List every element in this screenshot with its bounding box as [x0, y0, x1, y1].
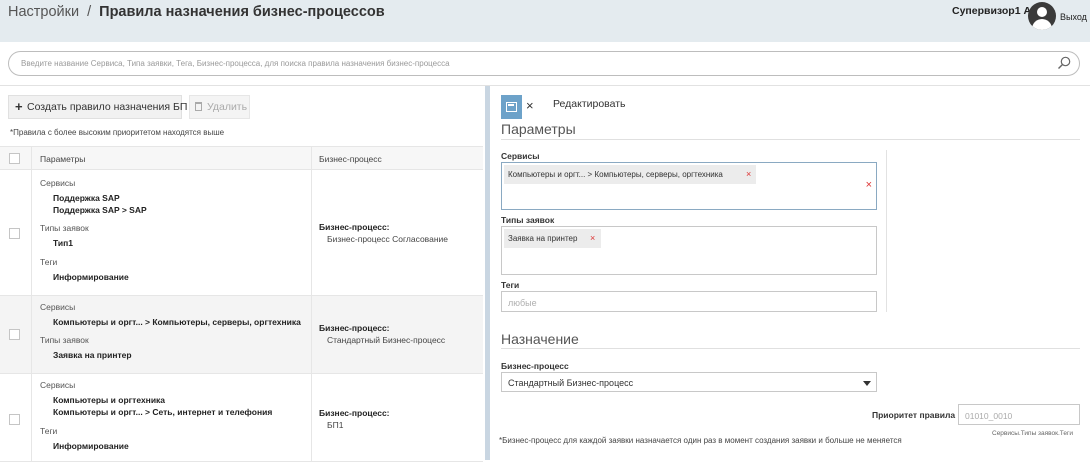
save-button[interactable]: [501, 95, 522, 119]
breadcrumb-separator: /: [87, 4, 92, 20]
types-label: Типы заявок: [501, 215, 555, 225]
tags-label: Теги: [501, 280, 520, 290]
page-title: Правила назначения бизнес-процессов: [99, 4, 385, 20]
top-bar: Настройки / Правила назначения бизнес-проц…: [0, 0, 1090, 42]
table-row[interactable]: Сервисы Поддержка SAP Поддержка SAP > SA…: [0, 170, 483, 296]
divider: [886, 150, 887, 312]
services-label: Сервисы: [501, 151, 540, 161]
table-row[interactable]: Сервисы Компьютеры и оргт... > Компьютер…: [0, 296, 483, 374]
tags-placeholder: любые: [508, 298, 537, 308]
close-button[interactable]: ×: [526, 98, 534, 113]
divider: [0, 85, 1090, 86]
params-section-title: Параметры: [501, 121, 576, 137]
col-params-header: Параметры: [40, 154, 86, 164]
breadcrumb-settings-link[interactable]: Настройки: [8, 4, 79, 20]
priority-note: *Правила с более высоким приоритетом нах…: [10, 128, 225, 137]
trash-icon: [195, 102, 202, 111]
chevron-down-icon: [863, 381, 871, 386]
chip-remove-icon[interactable]: ×: [590, 233, 595, 243]
bp-select[interactable]: Стандартный Бизнес-процесс: [501, 372, 877, 392]
divider: [501, 139, 1080, 140]
row-checkbox[interactable]: [9, 414, 20, 425]
user-name[interactable]: Супервизор1 А.: [952, 5, 1034, 17]
select-all-checkbox[interactable]: [9, 153, 20, 164]
divider: [501, 348, 1080, 349]
panel-splitter[interactable]: [485, 86, 490, 460]
clear-services-icon[interactable]: ×: [866, 179, 872, 191]
assign-section-title: Назначение: [501, 331, 579, 347]
logout-link[interactable]: Выход: [1060, 12, 1087, 22]
chip-remove-icon[interactable]: ×: [746, 169, 751, 179]
col-bp-header: Бизнес-процесс: [319, 154, 382, 164]
type-chip: Заявка на принтер ×: [504, 229, 601, 248]
plus-icon: +: [15, 99, 23, 114]
row-checkbox[interactable]: [9, 228, 20, 239]
bp-label: Бизнес-процесс: [501, 361, 569, 371]
bp-note: *Бизнес-процесс для каждой заявки назнач…: [499, 436, 902, 445]
tags-field[interactable]: любые: [501, 291, 877, 312]
search-input[interactable]: Введите название Сервиса, Типа заявки, Т…: [8, 51, 1080, 76]
avatar[interactable]: [1028, 2, 1056, 30]
services-field[interactable]: Компьютеры и оргт... > Компьютеры, серве…: [501, 162, 877, 210]
floppy-icon: [506, 102, 517, 112]
priority-label: Приоритет правила: [872, 410, 956, 420]
table-row[interactable]: Сервисы Компьютеры и оргтехника Компьюте…: [0, 374, 483, 462]
delete-button[interactable]: Удалить: [189, 95, 250, 119]
breadcrumb: Настройки / Правила назначения бизнес-проц…: [8, 4, 385, 20]
create-rule-button[interactable]: + Создать правило назначения БП: [8, 95, 187, 119]
table-header: Параметры Бизнес-процесс: [0, 146, 483, 170]
search-placeholder: Введите название Сервиса, Типа заявки, Т…: [21, 59, 450, 68]
row-checkbox[interactable]: [9, 329, 20, 340]
types-field[interactable]: Заявка на принтер ×: [501, 226, 877, 275]
search-icon[interactable]: [1057, 56, 1071, 70]
priority-input[interactable]: 01010_0010: [958, 404, 1080, 425]
priority-hint: Сервисы.Типы заявок.Теги: [992, 430, 1074, 437]
service-chip: Компьютеры и оргт... > Компьютеры, серве…: [504, 165, 756, 184]
edit-title: Редактировать: [553, 98, 626, 110]
